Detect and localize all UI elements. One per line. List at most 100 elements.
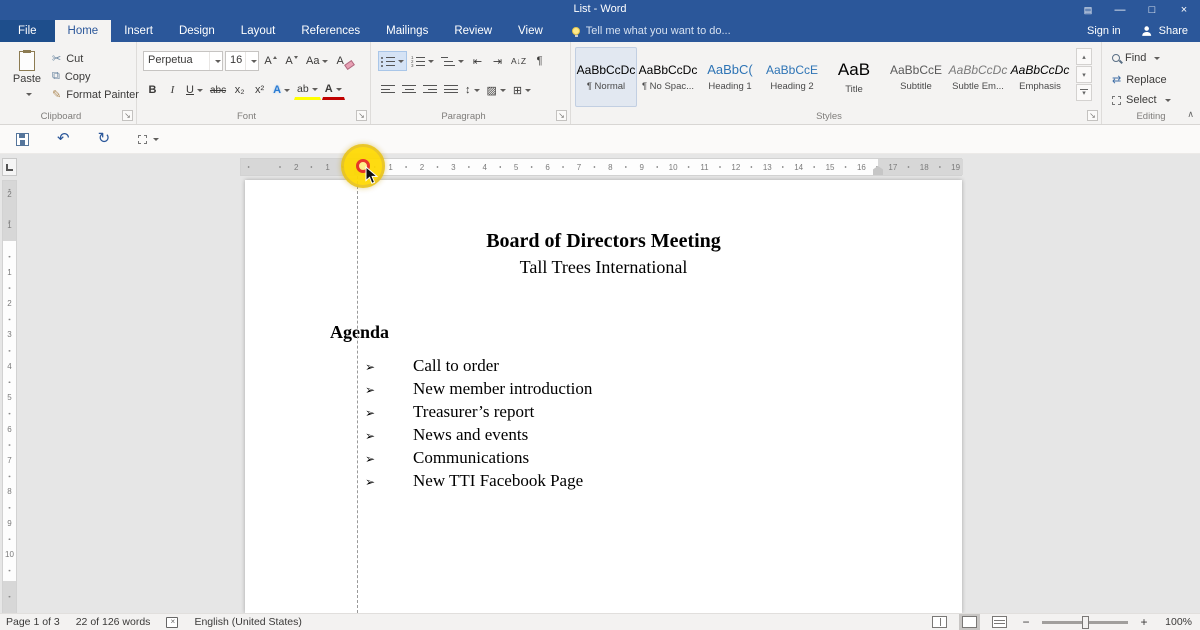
share-button[interactable]: Share [1141, 25, 1188, 37]
paste-button[interactable]: Paste [6, 49, 48, 111]
zoom-out-button[interactable]: − [1019, 615, 1033, 629]
clear-formatting-button[interactable]: A [333, 51, 356, 71]
style-card[interactable]: AaB Title [823, 47, 885, 107]
font-size-dropdown-icon[interactable] [245, 52, 258, 70]
font-size-combo[interactable]: 16 [225, 51, 259, 71]
list-item[interactable]: ➢ Communications [245, 448, 962, 471]
ribbon-tab[interactable]: References [288, 20, 373, 42]
shrink-font-button[interactable]: A [282, 51, 301, 71]
ribbon-tab[interactable]: Home [55, 20, 112, 42]
align-left-button[interactable] [378, 80, 398, 100]
find-button[interactable]: Find [1112, 52, 1160, 64]
proofing-status-icon[interactable] [166, 617, 178, 628]
decrease-indent-button[interactable]: ⇤ [468, 51, 487, 71]
tab-file[interactable]: File [0, 20, 55, 42]
document-heading-agenda[interactable]: Agenda [330, 322, 389, 343]
style-card[interactable]: AaBbC( Heading 1 [699, 47, 761, 107]
page-indicator[interactable]: Page 1 of 3 [6, 616, 60, 628]
redo-button[interactable]: ↻ [98, 132, 111, 146]
text-effects-button[interactable]: A [270, 80, 293, 100]
style-card[interactable]: AaBbCcE Heading 2 [761, 47, 823, 107]
web-layout-button[interactable] [989, 614, 1010, 630]
text-highlight-color-button[interactable]: ab [294, 80, 321, 100]
tab-stop-selector[interactable] [2, 158, 17, 176]
list-item-text[interactable]: News and events [413, 425, 528, 445]
ribbon-tab[interactable]: View [505, 20, 556, 42]
list-item[interactable]: ➢ New TTI Facebook Page [245, 471, 962, 494]
cut-button[interactable]: ✂ Cut [52, 52, 139, 65]
align-center-button[interactable] [399, 80, 419, 100]
vertical-ruler[interactable]: 21 12345678910 [2, 180, 17, 613]
zoom-slider[interactable] [1042, 621, 1128, 624]
style-card[interactable]: AaBbCcDc ¶ Normal [575, 47, 637, 107]
restore-button[interactable]: □ [1136, 0, 1168, 20]
font-dialog-launcher[interactable]: ↘ [356, 110, 367, 121]
document-subtitle-line[interactable]: Tall Trees International [245, 257, 962, 278]
styles-dialog-launcher[interactable]: ↘ [1087, 110, 1098, 121]
increase-indent-button[interactable]: ⇥ [488, 51, 507, 71]
list-item[interactable]: ➢ Call to order [245, 356, 962, 379]
style-card[interactable]: AaBbCcE Subtitle [885, 47, 947, 107]
ribbon-tab[interactable]: Layout [228, 20, 289, 42]
borders-button[interactable]: ⊞ [510, 80, 534, 100]
list-item[interactable]: ➢ New member introduction [245, 379, 962, 402]
list-item-text[interactable]: Communications [413, 448, 529, 468]
format-painter-button[interactable]: ✎ Format Painter [52, 88, 139, 101]
selection-mode-button[interactable] [138, 135, 159, 144]
font-color-button[interactable]: A [322, 80, 345, 100]
subscript-button[interactable]: x₂ [230, 80, 249, 100]
print-layout-button[interactable] [959, 614, 980, 630]
bold-button[interactable]: B [143, 80, 162, 100]
list-item[interactable]: ➢ Treasurer’s report [245, 402, 962, 425]
document-title-line[interactable]: Board of Directors Meeting [245, 230, 962, 253]
undo-button[interactable]: ↶ [57, 132, 70, 146]
sign-in-link[interactable]: Sign in [1087, 25, 1121, 37]
ribbon-tab[interactable]: Mailings [373, 20, 441, 42]
ribbon-tab[interactable]: Design [166, 20, 228, 42]
list-item-text[interactable]: Call to order [413, 356, 499, 376]
ribbon-tab[interactable]: Insert [111, 20, 166, 42]
ribbon-tab[interactable]: Review [441, 20, 505, 42]
multilevel-list-button[interactable] [438, 51, 467, 71]
list-item-text[interactable]: New TTI Facebook Page [413, 471, 583, 491]
word-count[interactable]: 22 of 126 words [76, 616, 151, 628]
line-spacing-button[interactable]: ↕ [462, 80, 483, 100]
styles-scroll-down-button[interactable]: ▾ [1076, 66, 1092, 83]
style-card[interactable]: AaBbCcDc ¶ No Spac... [637, 47, 699, 107]
zoom-in-button[interactable]: + [1137, 615, 1151, 629]
styles-more-button[interactable]: ▾ [1076, 84, 1092, 101]
bullets-button[interactable] [378, 51, 407, 71]
save-button[interactable] [16, 133, 29, 146]
language-indicator[interactable]: English (United States) [194, 616, 301, 628]
grow-font-button[interactable]: A [261, 51, 280, 71]
superscript-button[interactable]: x² [250, 80, 269, 100]
numbering-button[interactable] [408, 51, 437, 71]
document-page[interactable]: Board of Directors Meeting Tall Trees In… [245, 180, 962, 613]
read-mode-button[interactable] [929, 614, 950, 630]
style-card[interactable]: AaBbCcDc Subtle Em... [947, 47, 1009, 107]
styles-scroll-up-button[interactable]: ▴ [1076, 48, 1092, 65]
zoom-percentage[interactable]: 100% [1160, 616, 1192, 628]
list-item-text[interactable]: New member introduction [413, 379, 592, 399]
strikethrough-button[interactable]: abc [207, 80, 229, 100]
align-right-button[interactable] [420, 80, 440, 100]
list-item[interactable]: ➢ News and events [245, 425, 962, 448]
justify-button[interactable] [441, 80, 461, 100]
shading-button[interactable]: ▨ [484, 80, 509, 100]
change-case-button[interactable]: Aa [303, 51, 331, 71]
font-name-combo[interactable]: Perpetua [143, 51, 223, 71]
list-item-text[interactable]: Treasurer’s report [413, 402, 534, 422]
collapse-ribbon-button[interactable]: ∧ [1187, 109, 1194, 120]
font-name-dropdown-icon[interactable] [209, 52, 222, 70]
minimize-button[interactable]: — [1104, 0, 1136, 20]
italic-button[interactable]: I [163, 80, 182, 100]
sort-button[interactable]: A↓Z [508, 51, 529, 71]
ribbon-display-options-button[interactable]: ▤ [1072, 0, 1104, 20]
show-paragraph-marks-button[interactable]: ¶ [530, 51, 549, 71]
select-button[interactable]: Select [1112, 94, 1171, 106]
close-button[interactable]: × [1168, 0, 1200, 20]
zoom-slider-thumb[interactable] [1082, 616, 1089, 629]
clipboard-dialog-launcher[interactable]: ↘ [122, 110, 133, 121]
paragraph-dialog-launcher[interactable]: ↘ [556, 110, 567, 121]
replace-button[interactable]: ⇄ Replace [1112, 73, 1167, 86]
